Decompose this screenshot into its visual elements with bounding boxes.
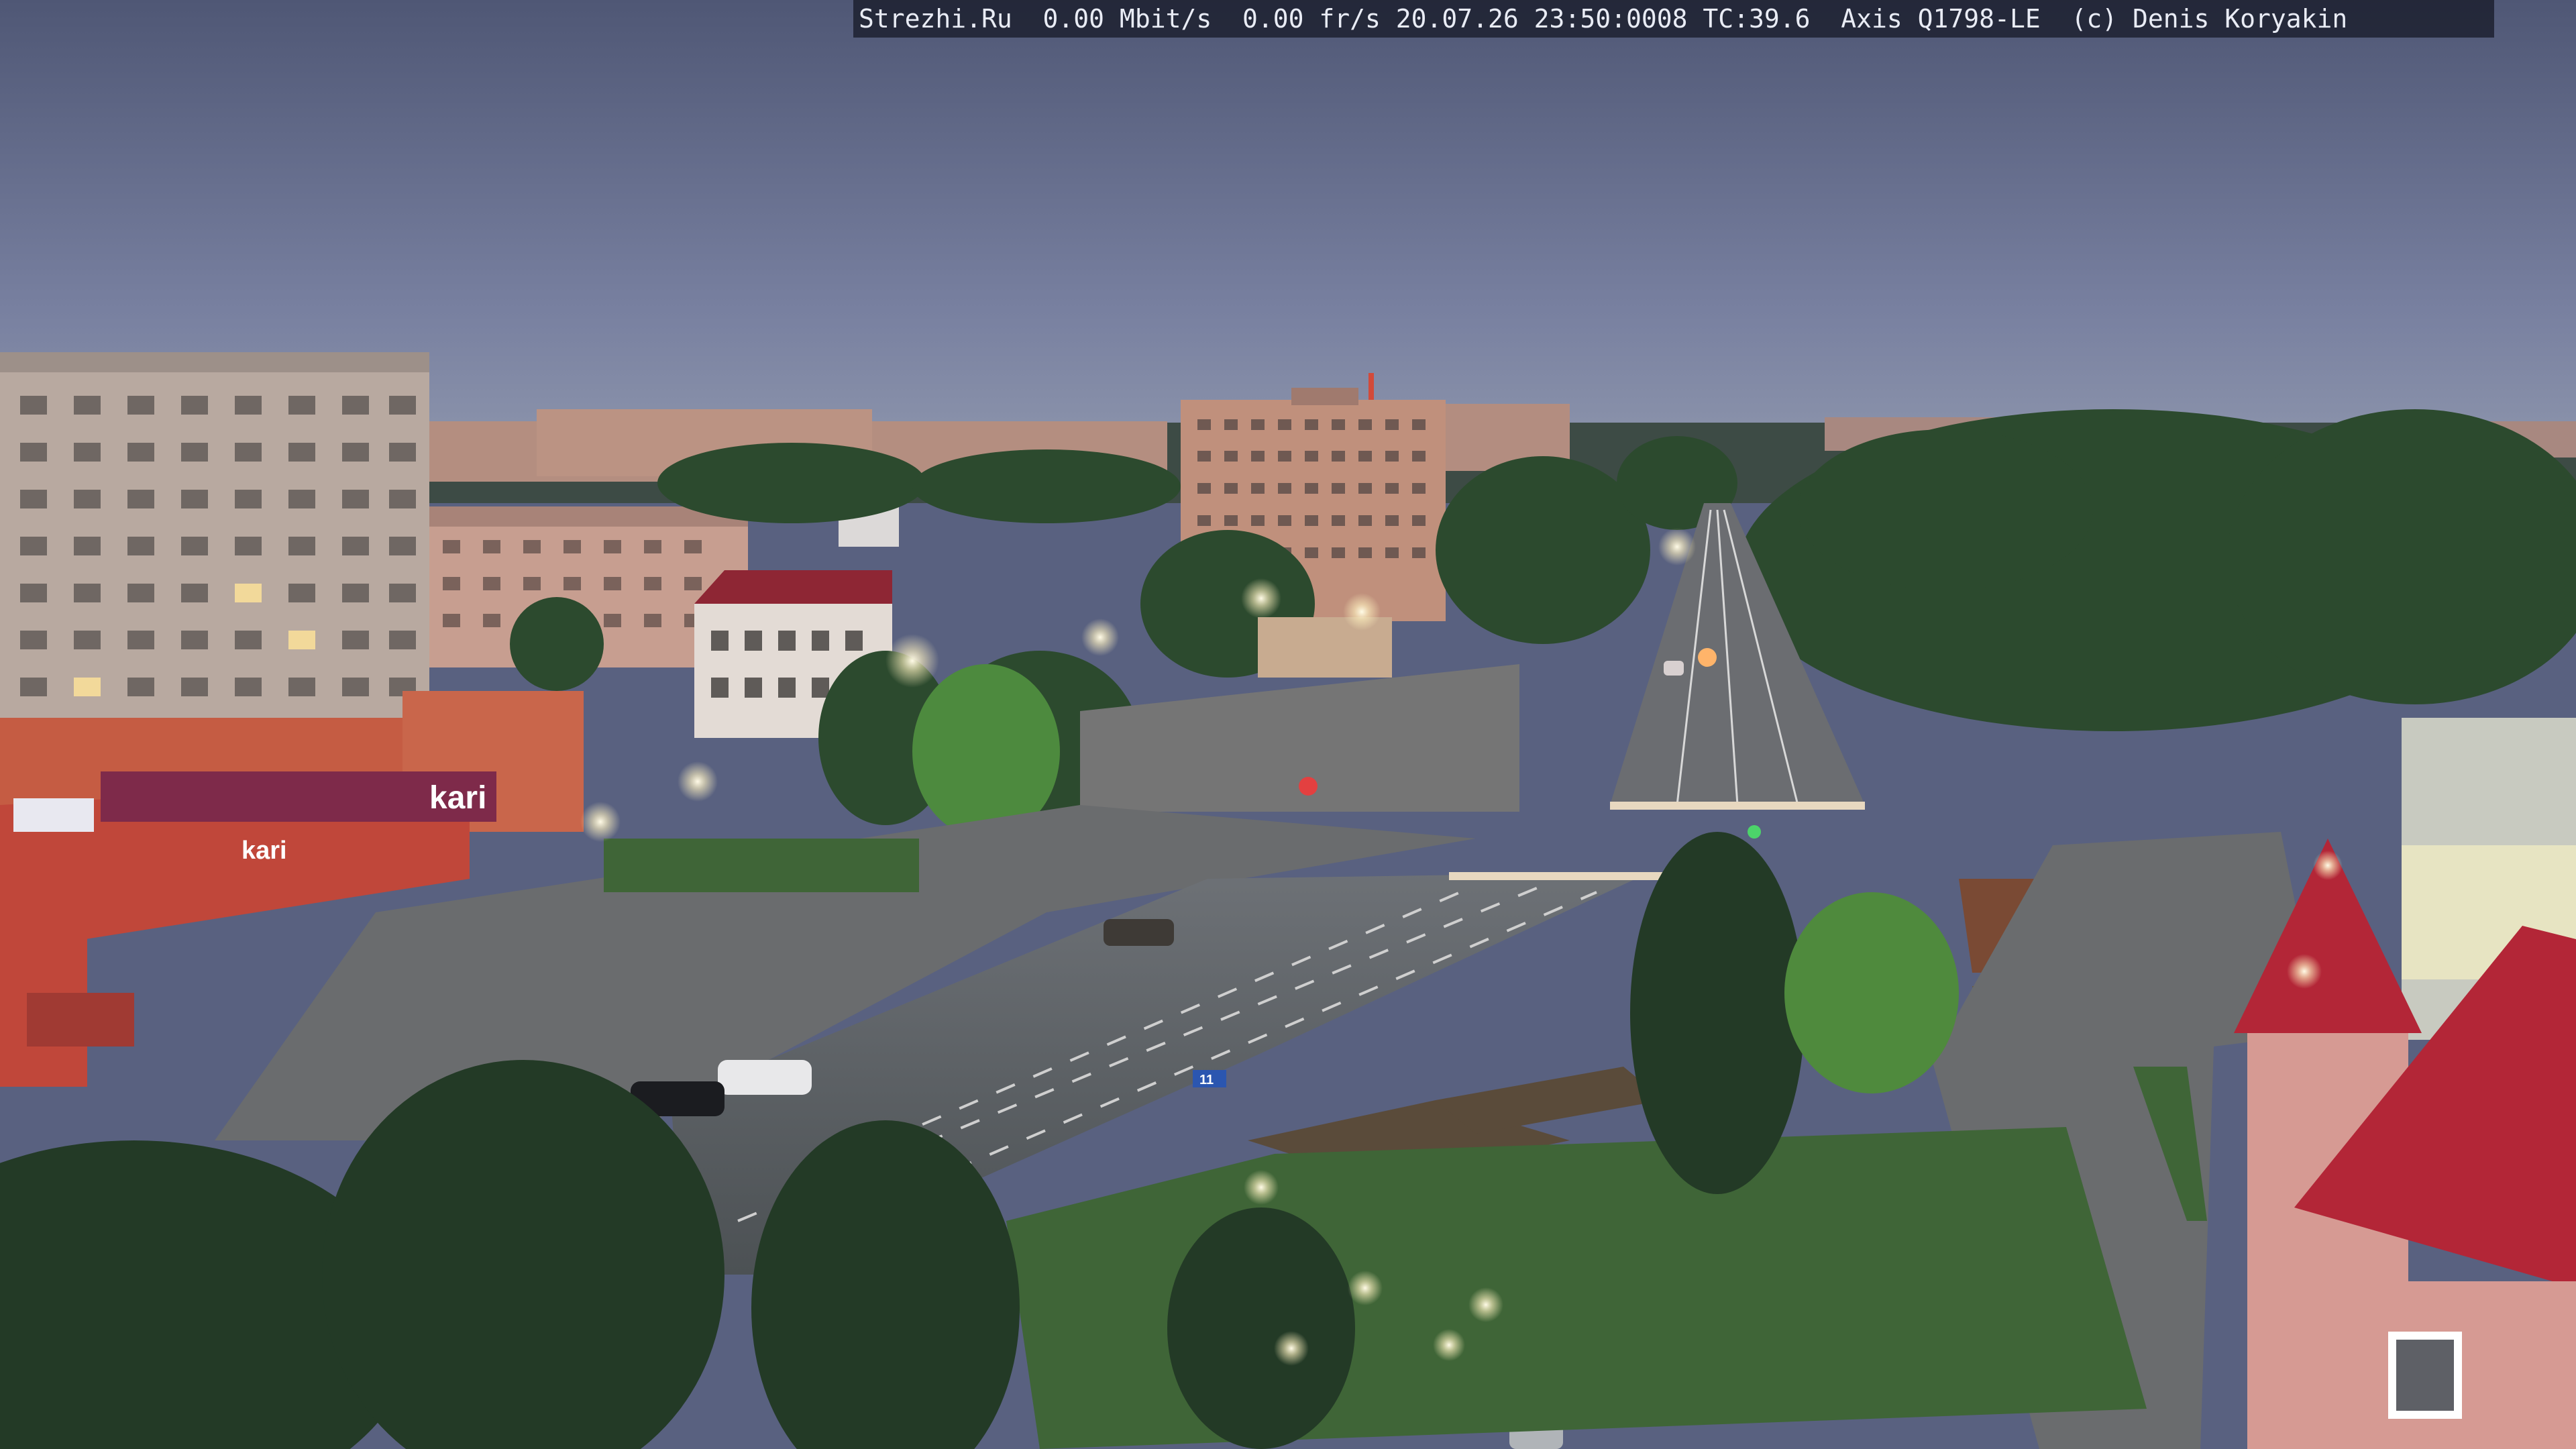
store-sign-kari-small: kari (241, 837, 287, 865)
lit-foreground-tree (1784, 892, 1959, 1093)
store-sign-kari: kari (429, 780, 486, 816)
overlay-bitrate: 0.00 Mbit/s (1042, 4, 1212, 34)
overlay-site: Strezhi.Ru (859, 4, 1012, 34)
road-sign-label: 11 (1199, 1073, 1214, 1087)
overlay-camera: Axis Q1798-LE (1841, 4, 2041, 34)
overlay-temperature: TC:39.6 (1703, 4, 1811, 34)
overlay-copyright: (c) Denis Koryakin (2071, 4, 2348, 34)
crosswalks (1449, 802, 1865, 880)
overlay-framerate: 0.00 fr/s (1242, 4, 1381, 34)
overlay-datetime: 20.07.26 23:50:0008 (1395, 4, 1688, 34)
webcam-scene: kari kari 11 (0, 0, 2576, 1449)
pink-corner-building (2234, 718, 2576, 1449)
camera-info-overlay: Strezhi.Ru 0.00 Mbit/s 0.00 fr/s 20.07.2… (853, 0, 2494, 38)
